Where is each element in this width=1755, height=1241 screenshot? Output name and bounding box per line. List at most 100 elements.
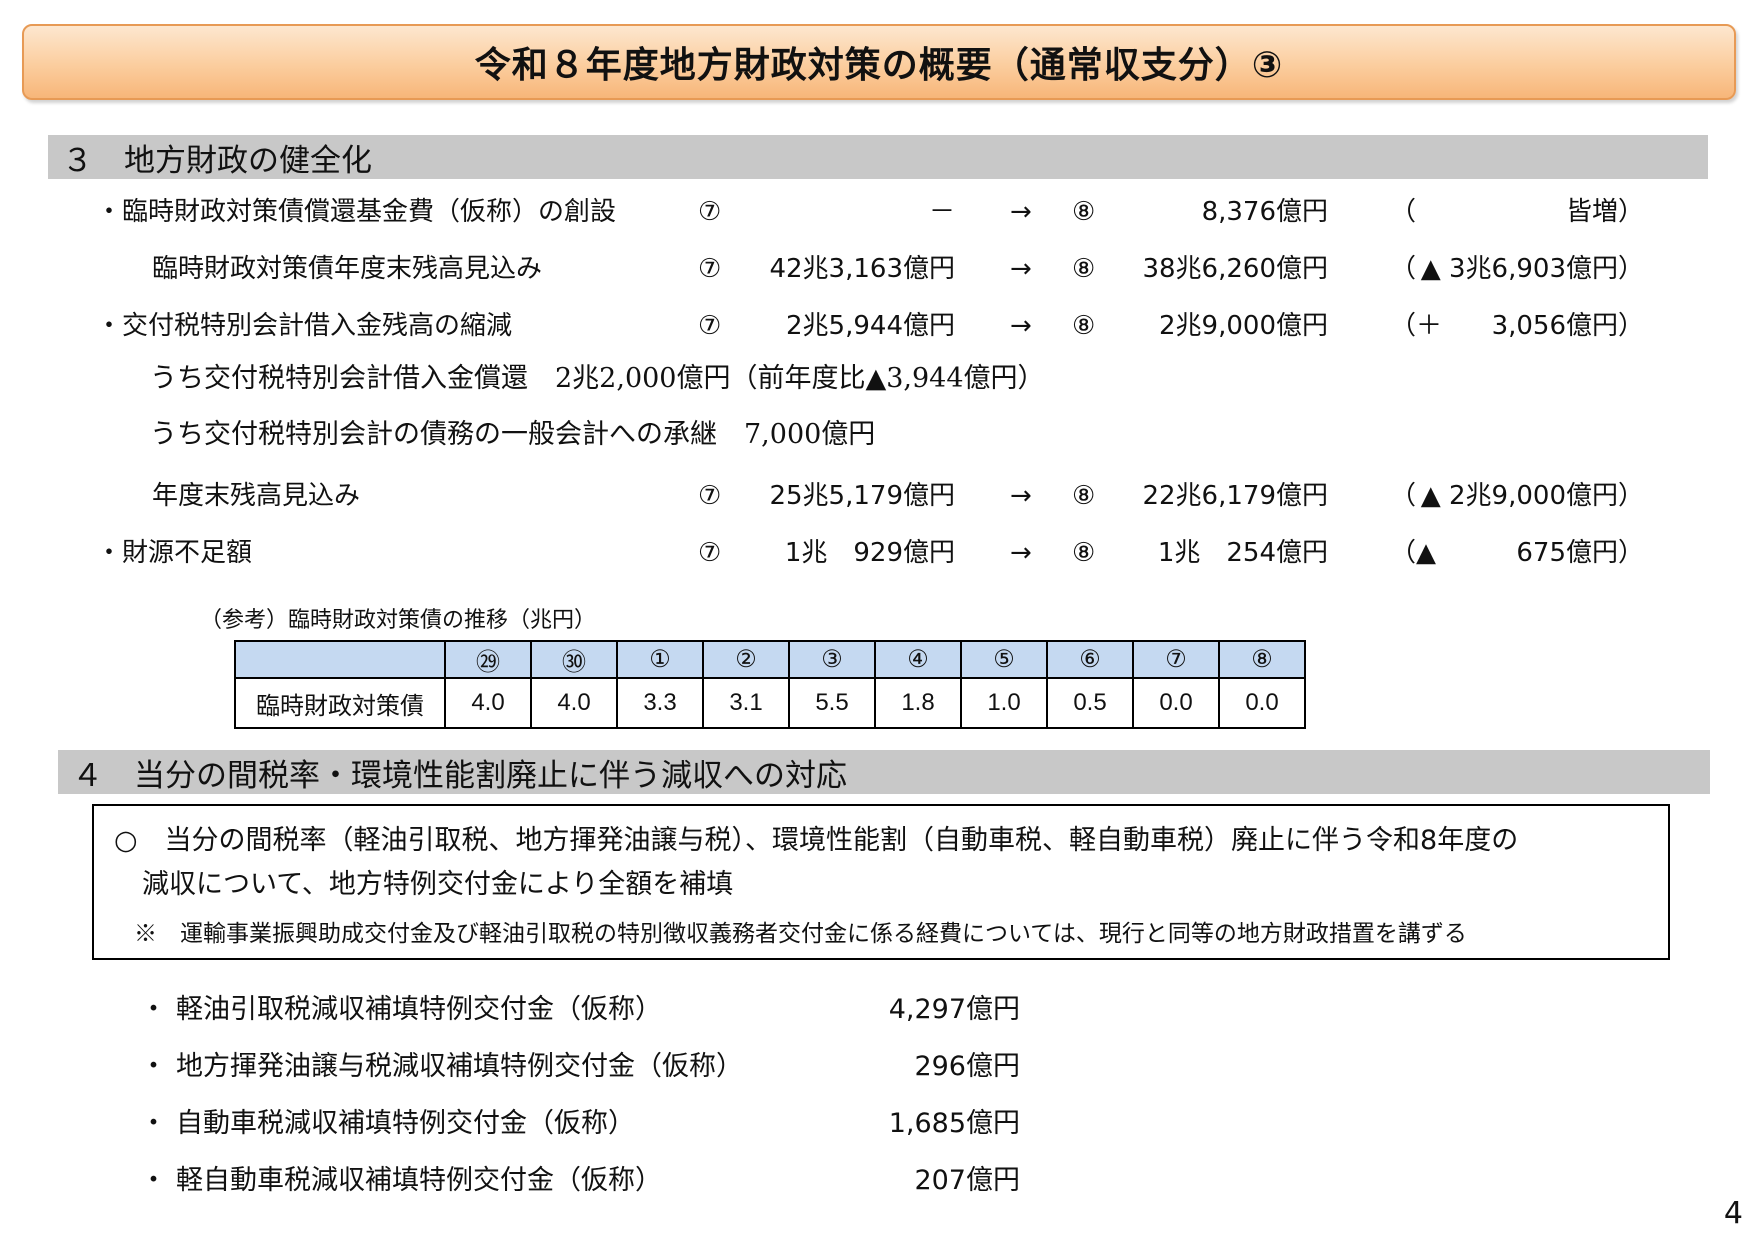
- diff-open: （: [1390, 254, 1417, 284]
- reference-year-cell: ⑦: [1132, 640, 1220, 679]
- reference-corner-cell: [234, 640, 446, 679]
- item-name: 軽油引取税減収補填特例交付金（仮称）: [176, 994, 662, 1025]
- item-bullet: ・: [140, 994, 167, 1025]
- list-item: ・ 地方揮発油譲与税減収補填特例交付金（仮称） 296億円: [0, 1047, 1755, 1087]
- row-bullet: ・: [96, 311, 123, 341]
- summary-line-2: 減収について、地方特例交付金により全額を補填: [142, 869, 734, 900]
- arrow-icon: →: [1010, 254, 1032, 284]
- fiscal-row: ・ 臨時財政対策債償還基金費（仮称）の創設 ⑦ － → ⑧ 8,376億円 （ …: [0, 192, 1755, 232]
- fiscal-row: 臨時財政対策債年度末残高見込み ⑦ 42兆3,163億円 → ⑧ 38兆6,26…: [0, 249, 1755, 289]
- page-title: 令和８年度地方財政対策の概要（通常収支分）③: [474, 45, 1284, 86]
- section3-heading: ３ 地方財政の健全化: [62, 142, 372, 179]
- year-marker-prev: ⑦: [698, 538, 722, 568]
- section4-heading: ４ 当分の間税率・環境性能割廃止に伴う減収への対応: [72, 757, 847, 794]
- value-next: 8,376億円: [1201, 197, 1328, 227]
- reference-row-label: 臨時財政対策債: [234, 677, 446, 729]
- item-bullet: ・: [140, 1165, 167, 1196]
- year-marker-prev: ⑦: [698, 197, 722, 227]
- reference-value-cell: 3.3: [616, 677, 704, 729]
- value-next: 2兆9,000億円: [1159, 311, 1328, 341]
- section4-heading-bar: ４ 当分の間税率・環境性能割廃止に伴う減収への対応: [58, 750, 1710, 794]
- sub-line-repayment: うち交付税特別会計借入金償還 2兆2,000億円（前年度比▲3,944億円）: [150, 363, 1045, 394]
- title-banner: 令和８年度地方財政対策の概要（通常収支分）③: [22, 24, 1736, 100]
- year-marker-prev: ⑦: [698, 481, 722, 511]
- year-marker-next: ⑧: [1072, 254, 1096, 284]
- value-next: 38兆6,260億円: [1142, 254, 1328, 284]
- fiscal-row: 年度末残高見込み ⑦ 25兆5,179億円 → ⑧ 22兆6,179億円 （ ▲…: [0, 476, 1755, 516]
- value-prev: 1兆 929億円: [784, 538, 955, 568]
- reference-year-cell: ④: [874, 640, 962, 679]
- item-value: 4,297億円: [888, 994, 1020, 1025]
- reference-year-cell: ①: [616, 640, 704, 679]
- diff-value: 3,056億円）: [1491, 311, 1644, 341]
- diff-open: （: [1390, 197, 1417, 227]
- reference-value-cell: 0.0: [1132, 677, 1220, 729]
- row-bullet: ・: [96, 197, 123, 227]
- reference-year-cell: ②: [702, 640, 790, 679]
- value-prev: 42兆3,163億円: [769, 254, 955, 284]
- arrow-icon: →: [1010, 538, 1032, 568]
- item-name: 自動車税減収補填特例交付金（仮称）: [176, 1108, 635, 1139]
- value-prev: －: [928, 197, 955, 227]
- year-marker-next: ⑧: [1072, 197, 1096, 227]
- diff-value: ▲ 3兆6,903億円）: [1420, 254, 1644, 284]
- diff-value: 皆増）: [1565, 197, 1644, 227]
- year-marker-prev: ⑦: [698, 311, 722, 341]
- reference-year-cell: ③: [788, 640, 876, 679]
- item-value: 1,685億円: [888, 1108, 1020, 1139]
- arrow-icon: →: [1010, 197, 1032, 227]
- item-name: 軽自動車税減収補填特例交付金（仮称）: [176, 1165, 662, 1196]
- list-item: ・ 軽油引取税減収補填特例交付金（仮称） 4,297億円: [0, 990, 1755, 1030]
- reference-year-cell: ⑥: [1046, 640, 1134, 679]
- year-marker-next: ⑧: [1072, 481, 1096, 511]
- year-marker-next: ⑧: [1072, 538, 1096, 568]
- value-next: 22兆6,179億円: [1142, 481, 1328, 511]
- reference-value-cell: 0.0: [1218, 677, 1306, 729]
- fiscal-row: ・ 交付税特別会計借入金残高の縮減 ⑦ 2兆5,944億円 → ⑧ 2兆9,00…: [0, 306, 1755, 346]
- section4-summary-box: ○ 当分の間税率（軽油引取税、地方揮発油譲与税）、環境性能割（自動車税、軽自動車…: [92, 804, 1670, 960]
- fiscal-row: ・ 財源不足額 ⑦ 1兆 929億円 → ⑧ 1兆 254億円 （▲ 675億円…: [0, 533, 1755, 573]
- reference-value-cell: 5.5: [788, 677, 876, 729]
- summary-line-1: ○ 当分の間税率（軽油引取税、地方揮発油譲与税）、環境性能割（自動車税、軽自動車…: [114, 825, 1519, 856]
- row-label: 財源不足額: [122, 538, 253, 568]
- arrow-icon: →: [1010, 311, 1032, 341]
- arrow-icon: →: [1010, 481, 1032, 511]
- year-marker-prev: ⑦: [698, 254, 722, 284]
- diff-value: 675億円）: [1516, 538, 1644, 568]
- row-label: 交付税特別会計借入金残高の縮減: [122, 311, 513, 341]
- value-next: 1兆 254億円: [1157, 538, 1328, 568]
- reference-value-cell: 1.0: [960, 677, 1048, 729]
- list-item: ・ 自動車税減収補填特例交付金（仮称） 1,685億円: [0, 1104, 1755, 1144]
- reference-value-cell: 4.0: [530, 677, 618, 729]
- reference-value-row: 臨時財政対策債 4.0 4.0 3.3 3.1 5.5 1.8 1.0 0.5 …: [234, 677, 1306, 729]
- reference-table: ㉙ ㉚ ① ② ③ ④ ⑤ ⑥ ⑦ ⑧ 臨時財政対策債 4.0 4.0 3.3 …: [234, 640, 1306, 729]
- item-value: 296億円: [914, 1051, 1020, 1082]
- year-marker-next: ⑧: [1072, 311, 1096, 341]
- summary-note: ※ 運輸事業振興助成交付金及び軽油引取税の特別徴収義務者交付金に係る経費について…: [134, 921, 1467, 947]
- reference-value-cell: 3.1: [702, 677, 790, 729]
- diff-open: （: [1390, 481, 1417, 511]
- reference-value-cell: 0.5: [1046, 677, 1134, 729]
- reference-year-cell: ⑤: [960, 640, 1048, 679]
- row-label: 臨時財政対策債年度末残高見込み: [152, 254, 543, 284]
- reference-year-cell: ㉙: [444, 640, 532, 679]
- item-bullet: ・: [140, 1051, 167, 1082]
- row-label: 臨時財政対策債償還基金費（仮称）の創設: [122, 197, 617, 227]
- section3-heading-bar: ３ 地方財政の健全化: [48, 135, 1708, 179]
- item-name: 地方揮発油譲与税減収補填特例交付金（仮称）: [176, 1051, 743, 1082]
- row-bullet: ・: [96, 538, 123, 568]
- list-item: ・ 軽自動車税減収補填特例交付金（仮称） 207億円: [0, 1161, 1755, 1201]
- reference-value-cell: 1.8: [874, 677, 962, 729]
- value-prev: 2兆5,944億円: [786, 311, 955, 341]
- item-bullet: ・: [140, 1108, 167, 1139]
- reference-year-cell: ㉚: [530, 640, 618, 679]
- row-label: 年度末残高見込み: [152, 481, 361, 511]
- diff-value: ▲ 2兆9,000億円）: [1420, 481, 1644, 511]
- reference-caption: （参考）臨時財政対策債の推移（兆円）: [200, 608, 597, 633]
- reference-year-cell: ⑧: [1218, 640, 1306, 679]
- page-number: 4: [1723, 1196, 1743, 1231]
- reference-header-row: ㉙ ㉚ ① ② ③ ④ ⑤ ⑥ ⑦ ⑧: [234, 640, 1306, 679]
- sub-line-succession: うち交付税特別会計の債務の一般会計への承継 7,000億円: [150, 419, 876, 450]
- item-value: 207億円: [914, 1165, 1020, 1196]
- reference-value-cell: 4.0: [444, 677, 532, 729]
